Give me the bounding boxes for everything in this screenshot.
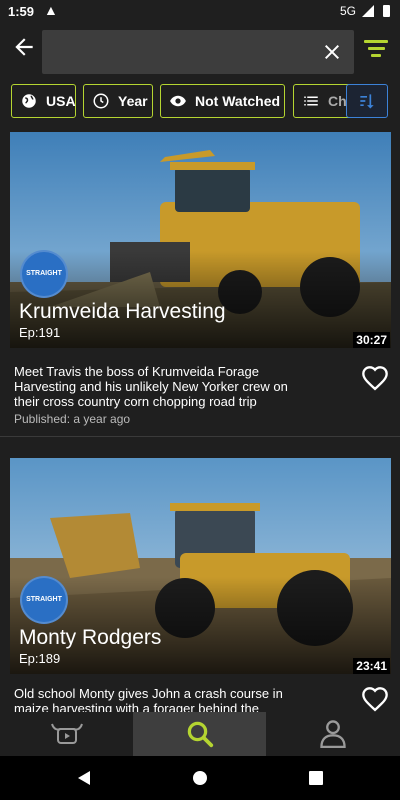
bottom-nav <box>0 712 400 756</box>
search-bar <box>0 24 400 80</box>
nav-search[interactable] <box>133 712 266 756</box>
favorite-heart-icon[interactable] <box>360 365 390 395</box>
filter-chip-year[interactable]: Year <box>83 84 153 118</box>
clock-icon <box>92 92 110 110</box>
back-arrow-icon[interactable] <box>8 34 40 66</box>
filter-chip-label: Year <box>118 93 148 109</box>
status-time: 1:59 <box>8 4 35 19</box>
filter-chip-channel[interactable]: Ch <box>293 84 353 118</box>
list-icon <box>302 92 320 110</box>
filter-chip-label: Not Watched <box>195 93 281 109</box>
nav-videos[interactable] <box>0 712 133 756</box>
search-input[interactable] <box>42 30 354 74</box>
status-bar: 1:59 ▲ 5G <box>0 0 400 24</box>
warning-icon: ▲ <box>44 2 58 18</box>
back-triangle-icon[interactable] <box>76 770 92 786</box>
home-circle-icon[interactable] <box>192 770 208 786</box>
network-type: 5G <box>339 4 356 18</box>
video-episode: Ep:191 <box>19 325 61 340</box>
video-description: Meet Travis the boss of Krumveida Forage… <box>14 364 288 409</box>
system-nav-bar <box>0 756 400 800</box>
video-episode: Ep:189 <box>19 651 61 666</box>
video-description: Old school Monty gives John a crash cour… <box>14 686 283 712</box>
battery-icon <box>383 5 390 17</box>
globe-icon <box>20 92 38 110</box>
video-card[interactable]: STRAIGHT Monty Rodgers Ep:189 23:41 Old … <box>0 458 400 712</box>
eye-icon <box>169 92 187 110</box>
filter-chip-watched[interactable]: Not Watched <box>160 84 285 118</box>
person-icon <box>319 720 346 748</box>
channel-logo: STRAIGHT <box>20 250 68 298</box>
filter-chips: USA Year Not Watched Ch <box>0 84 400 122</box>
sort-button[interactable] <box>346 84 388 118</box>
video-duration: 23:41 <box>353 658 390 674</box>
video-title: Monty Rodgers <box>19 626 162 649</box>
channel-logo: STRAIGHT <box>20 576 68 624</box>
video-published: Published: a year ago <box>14 412 131 426</box>
recents-square-icon[interactable] <box>308 770 324 786</box>
video-title: Krumveida Harvesting <box>19 300 226 323</box>
filter-chip-country[interactable]: USA <box>11 84 76 118</box>
bull-tv-icon <box>50 723 83 744</box>
video-list: STRAIGHT Krumveida Harvesting Ep:191 30:… <box>0 128 400 712</box>
nav-profile[interactable] <box>266 712 399 756</box>
video-duration: 30:27 <box>353 332 390 348</box>
divider <box>0 436 400 437</box>
filter-chip-label: USA <box>46 93 76 109</box>
search-icon <box>187 721 213 748</box>
clear-icon[interactable] <box>316 36 348 68</box>
sort-icon <box>360 94 374 109</box>
favorite-heart-icon[interactable] <box>360 686 390 712</box>
video-card[interactable]: STRAIGHT Krumveida Harvesting Ep:191 30:… <box>0 132 400 432</box>
filter-icon[interactable] <box>364 40 388 60</box>
signal-icon <box>362 5 374 17</box>
